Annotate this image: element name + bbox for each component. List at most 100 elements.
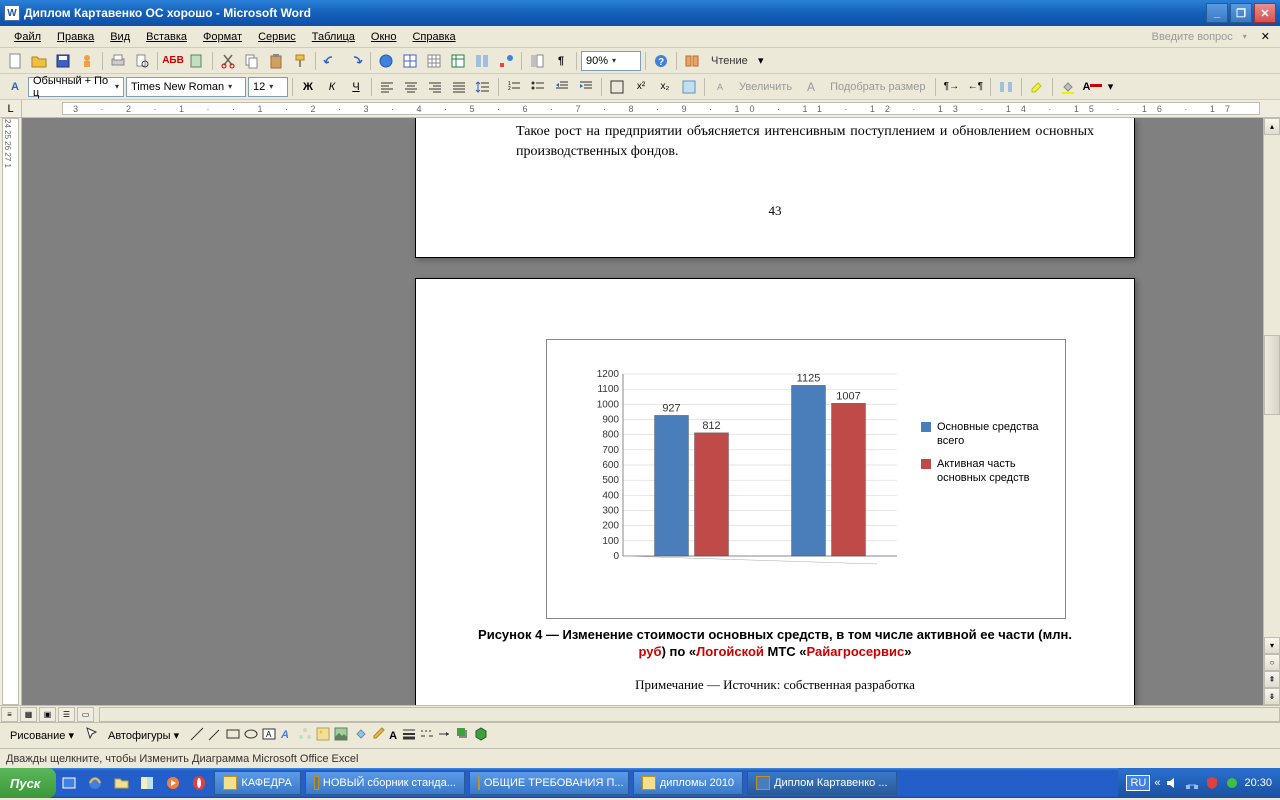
outline-view-icon[interactable]: ☰ — [58, 707, 75, 722]
fontsize-combo[interactable]: 12▾ — [248, 77, 288, 97]
fill-color-icon[interactable] — [1057, 76, 1079, 98]
research-icon[interactable] — [186, 50, 208, 72]
drawing-icon[interactable] — [495, 50, 517, 72]
ql-desktop-icon[interactable] — [58, 772, 80, 794]
scroll-down-icon[interactable]: ▾ — [1264, 637, 1280, 654]
menu-window[interactable]: Окно — [363, 29, 405, 45]
menu-edit[interactable]: Правка — [49, 29, 102, 45]
insert-excel-icon[interactable] — [447, 50, 469, 72]
clipart-icon[interactable] — [315, 726, 331, 745]
diagram-icon[interactable] — [297, 726, 313, 745]
arrow-style-icon[interactable] — [437, 726, 453, 745]
read-mode-icon[interactable] — [681, 50, 703, 72]
insert-picture-icon[interactable] — [333, 726, 349, 745]
select-browse-object-icon[interactable]: ○ — [1264, 654, 1280, 671]
tables-borders-icon[interactable] — [399, 50, 421, 72]
ql-opera-icon[interactable] — [188, 772, 210, 794]
autoshapes-label[interactable]: Автофигуры ▾ — [102, 729, 185, 742]
open-icon[interactable] — [28, 50, 50, 72]
align-right-icon[interactable] — [424, 76, 446, 98]
font-color2-icon[interactable]: А — [389, 730, 397, 742]
font-larger-icon[interactable]: A — [800, 76, 822, 98]
clock[interactable]: 20:30 — [1244, 777, 1272, 789]
style-combo[interactable]: Обычный + По ц▾ — [28, 77, 124, 97]
ql-ie-icon[interactable] — [84, 772, 106, 794]
document-area[interactable]: Такое рост на предприятии объясняется ин… — [22, 118, 1263, 705]
line-color-icon[interactable] — [371, 726, 387, 745]
borders-icon[interactable] — [606, 76, 628, 98]
underline-icon[interactable]: Ч — [345, 76, 367, 98]
bold-icon[interactable]: Ж — [297, 76, 319, 98]
save-icon[interactable] — [52, 50, 74, 72]
toolbar-options-icon[interactable]: ▾ — [756, 50, 766, 72]
align-center-icon[interactable] — [400, 76, 422, 98]
rectangle-icon[interactable] — [225, 726, 241, 745]
print-icon[interactable] — [107, 50, 129, 72]
3d-icon[interactable] — [473, 726, 489, 745]
line-icon[interactable] — [189, 726, 205, 745]
ql-tc-icon[interactable] — [136, 772, 158, 794]
start-button[interactable]: Пуск — [0, 768, 56, 798]
increase-indent-icon[interactable] — [575, 76, 597, 98]
tray-expand-icon[interactable]: « — [1154, 777, 1160, 789]
menu-file[interactable]: Файл — [6, 29, 49, 45]
next-page-icon[interactable]: ⇟ — [1264, 688, 1280, 705]
task--[interactable]: Диплом Картавенко ... — [747, 771, 896, 795]
tray-network-icon[interactable] — [1184, 775, 1200, 791]
wordart-icon[interactable]: A — [279, 726, 295, 745]
redo-icon[interactable] — [344, 50, 366, 72]
figure-note[interactable]: Примечание — Источник: собственная разра… — [476, 677, 1074, 693]
menu-insert[interactable]: Вставка — [138, 29, 195, 45]
menu-tools[interactable]: Сервис — [250, 29, 304, 45]
columns2-icon[interactable] — [995, 76, 1017, 98]
question-dropdown-icon[interactable]: ▾ — [1243, 32, 1247, 41]
tray-volume-icon[interactable] — [1164, 775, 1180, 791]
menu-view[interactable]: Вид — [102, 29, 138, 45]
paste-icon[interactable] — [265, 50, 287, 72]
font-combo[interactable]: Times New Roman▾ — [126, 77, 246, 97]
numbering-icon[interactable]: 12 — [503, 76, 525, 98]
zoom-combo[interactable]: 90%▾ — [581, 51, 641, 71]
rtl-icon[interactable]: ←¶ — [964, 76, 986, 98]
bullets-icon[interactable] — [527, 76, 549, 98]
dash-style-icon[interactable] — [419, 726, 435, 745]
task--[interactable]: КАФЕДРА — [214, 771, 300, 795]
permission-icon[interactable] — [76, 50, 98, 72]
font-color-icon[interactable]: А — [1081, 76, 1103, 98]
task--[interactable]: ОБЩИЕ ТРЕБОВАНИЯ П... — [469, 771, 629, 795]
read-label[interactable]: Чтение — [705, 50, 754, 72]
select-objects-icon[interactable] — [84, 726, 100, 745]
font-smaller-icon[interactable]: A — [709, 76, 731, 98]
styles-pane-icon[interactable]: A — [4, 76, 26, 98]
columns-icon[interactable] — [471, 50, 493, 72]
superscript-icon[interactable]: x² — [630, 76, 652, 98]
cut-icon[interactable] — [217, 50, 239, 72]
ql-explorer-icon[interactable] — [110, 772, 132, 794]
drawing-label[interactable]: Рисование ▾ — [4, 729, 80, 742]
new-doc-icon[interactable] — [4, 50, 26, 72]
chart-container[interactable]: 0100200300400500600700800900100011001200… — [546, 339, 1066, 619]
align-justify-icon[interactable] — [448, 76, 470, 98]
format-painter-icon[interactable] — [289, 50, 311, 72]
restore-button[interactable]: ❐ — [1230, 3, 1252, 23]
system-tray[interactable]: RU « 20:30 — [1118, 768, 1280, 798]
figure-caption[interactable]: Рисунок 4 — Изменение стоимости основных… — [476, 627, 1074, 661]
menu-format[interactable]: Формат — [195, 29, 250, 45]
help-question-box[interactable]: Введите вопрос — [1152, 31, 1243, 43]
undo-icon[interactable] — [320, 50, 342, 72]
shadow-icon[interactable] — [455, 726, 471, 745]
print-preview-icon[interactable] — [131, 50, 153, 72]
ltr-icon[interactable]: ¶→ — [940, 76, 962, 98]
highlight-icon[interactable] — [1026, 76, 1048, 98]
italic-icon[interactable]: К — [321, 76, 343, 98]
fill-color2-icon[interactable] — [353, 726, 369, 745]
spellcheck-icon[interactable]: AБВ — [162, 50, 184, 72]
textbox-icon[interactable]: A — [261, 726, 277, 745]
horizontal-scrollbar[interactable] — [99, 707, 1280, 722]
lang-indicator[interactable]: RU — [1126, 775, 1150, 791]
line-spacing-icon[interactable] — [472, 76, 494, 98]
scroll-thumb[interactable] — [1264, 335, 1280, 415]
show-marks-icon[interactable]: ¶ — [550, 50, 572, 72]
task--[interactable]: НОВЫЙ сборник станда... — [305, 771, 465, 795]
menu-table[interactable]: Таблица — [304, 29, 363, 45]
